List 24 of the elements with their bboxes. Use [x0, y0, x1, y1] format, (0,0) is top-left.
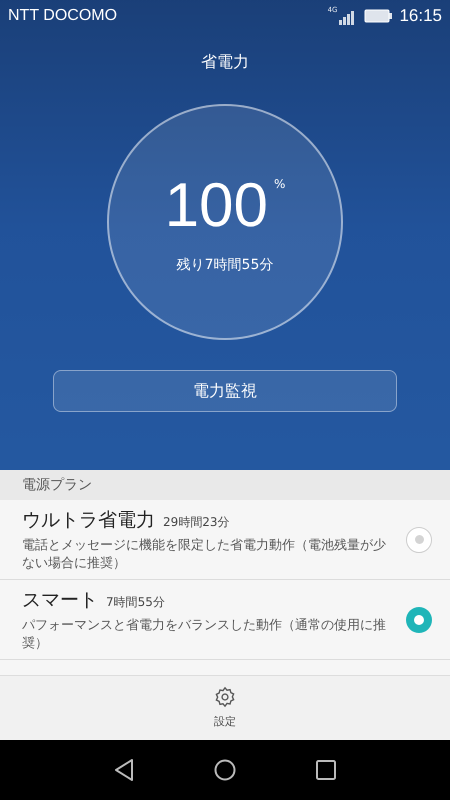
- home-icon[interactable]: [214, 759, 236, 781]
- plan-description: パフォーマンスと省電力をバランスした動作（通常の使用に推奨）: [22, 617, 387, 654]
- power-plan-row[interactable]: ウルトラ省電力 29時間23分 電話とメッセージに機能を限定した省電力動作（電池残量が少ない場合に推奨）: [0, 500, 450, 580]
- battery-icon: [364, 9, 394, 23]
- settings-button[interactable]: 設定: [214, 686, 236, 730]
- battery-percent: 100: [164, 174, 268, 236]
- plan-name: ウルトラ省電力: [22, 508, 155, 533]
- plan-name: スマート: [22, 588, 98, 613]
- power-plan-row[interactable]: スマート 7時間55分 パフォーマンスと省電力をバランスした動作（通常の使用に推奨）: [0, 580, 450, 660]
- carrier-name: NTT DOCOMO: [8, 6, 118, 26]
- settings-icon: [214, 686, 236, 708]
- recent-apps-icon[interactable]: [316, 760, 336, 780]
- screen-title: 省電力: [201, 51, 249, 73]
- plan-time: 7時間55分: [106, 594, 165, 611]
- plan-time: 29時間23分: [163, 514, 230, 531]
- radio-button[interactable]: [406, 526, 432, 552]
- radio-button[interactable]: [406, 606, 432, 632]
- remaining-time: 残り7時間55分: [176, 256, 274, 274]
- plan-description: 電話とメッセージに機能を限定した省電力動作（電池残量が少ない場合に推奨）: [22, 537, 387, 574]
- percent-sign: %: [274, 176, 286, 192]
- clock-time: 16:15: [399, 5, 442, 28]
- power-monitor-button[interactable]: 電力監視: [53, 370, 397, 412]
- back-icon[interactable]: [114, 758, 134, 782]
- section-header: 電源プラン: [22, 476, 92, 494]
